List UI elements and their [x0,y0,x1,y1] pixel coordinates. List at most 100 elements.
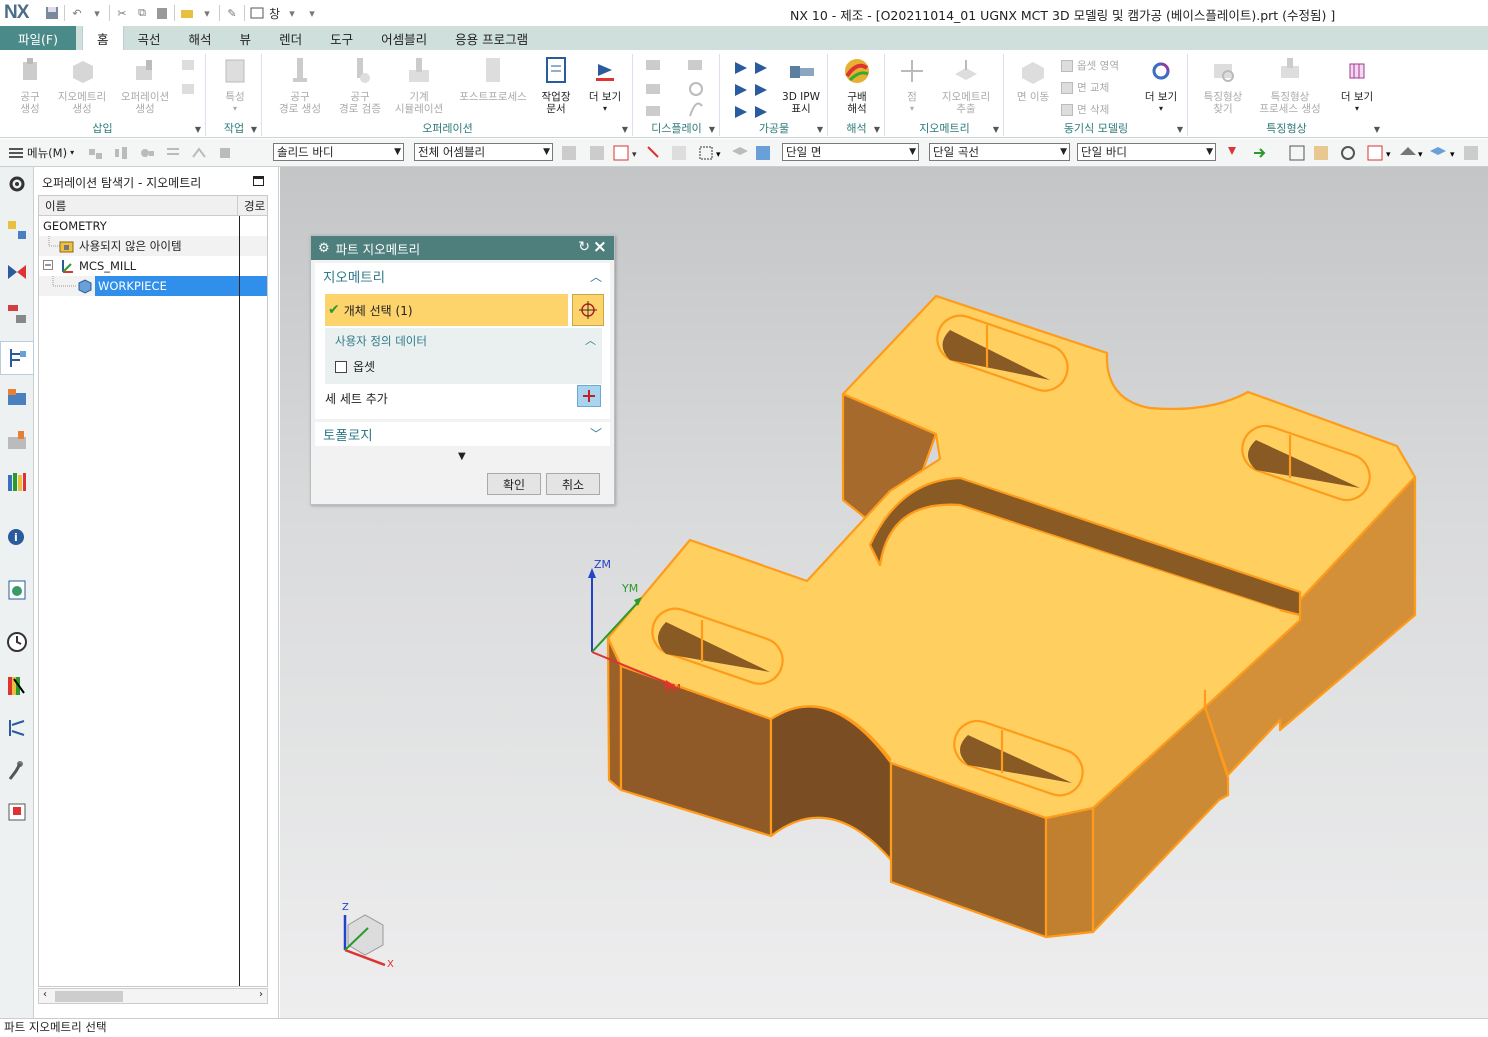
navigator-scrollbar[interactable]: ‹ › [38,988,268,1004]
display-tools-icon[interactable] [644,58,714,120]
tree-row-mcs-mill[interactable]: MCS_MILL [39,256,267,276]
constraint-navigator-icon[interactable] [6,261,28,283]
snap-tools-icon[interactable]: ▾ ▾ [560,143,780,163]
history-icon[interactable] [6,631,28,653]
gear-icon[interactable]: ⚙ [318,241,330,256]
tab-view[interactable]: 뷰 [226,26,266,50]
group-dropdown-icon[interactable]: ▼ [622,125,628,134]
dropdown-arrow-icon[interactable]: ▾ [89,5,105,21]
part-side-face[interactable] [1044,806,1095,939]
machining-feature-navigator-icon[interactable] [6,429,28,451]
paste-icon[interactable] [154,5,170,21]
topology-section-header[interactable]: 토폴로지 ﹀ [315,422,610,446]
replace-face-button[interactable]: 면 교체 [1061,80,1109,95]
part-navigator-icon[interactable] [6,303,28,325]
more-sync-button[interactable]: 더 보기 ▾ [1135,56,1187,115]
touch-mode-icon[interactable]: ✎ [224,5,240,21]
roles-icon[interactable] [6,801,28,823]
verify-toolpath-button[interactable]: 공구 경로 검증 [327,56,393,115]
maximize-icon[interactable] [253,176,264,186]
tab-curve[interactable]: 곡선 [124,26,175,50]
tab-applications[interactable]: 응용 프로그램 [441,26,542,50]
dropdown-arrow-icon[interactable]: ▾ [199,5,215,21]
column-header-name[interactable]: 이름 [39,196,238,215]
select-object-button[interactable] [572,294,604,326]
tab-home[interactable]: 홈 [82,26,124,50]
view-tools-icon[interactable]: ▾ ▾ ▾ [1224,143,1488,163]
dropdown-arrow-icon[interactable]: ▾ [284,5,300,21]
create-tool-button[interactable]: 공구 생성 [2,56,58,115]
tree-row-unused-items[interactable]: 사용되지 않은 아이템 [39,236,267,256]
web-browser-icon[interactable] [6,579,28,601]
select-objects-icon[interactable] [139,145,155,161]
curve-rule-dropdown[interactable]: 단일 곡선 ▼ [929,143,1070,161]
small-tools-icon[interactable] [180,58,196,100]
library-icon[interactable] [6,471,28,493]
reset-icon[interactable]: ↻ [578,239,590,255]
chevron-up-icon[interactable]: ︿ [590,268,602,285]
group-dropdown-icon[interactable]: ▼ [709,125,715,134]
create-geometry-button[interactable]: 지오메트리 생성 [52,56,112,115]
body-rule-dropdown[interactable]: 단일 바디 ▼ [1077,143,1216,161]
tree-row-geometry[interactable]: GEOMETRY [39,216,267,236]
create-operation-button[interactable]: 오퍼레이션 생성 [114,56,176,115]
postprocess-button[interactable]: 포스트프로세스 [453,56,533,103]
extract-geometry-button[interactable]: 지오메트리 추출 [936,56,996,115]
topology-section[interactable]: 토폴로지 ﹀ [315,422,610,446]
ok-button[interactable]: 확인 [487,473,541,495]
group-dropdown-icon[interactable]: ▼ [251,125,257,134]
3d-ipw-button[interactable]: 3D IPW 표시 [773,56,829,115]
assembly-navigator-icon[interactable] [6,219,28,241]
scroll-left-icon[interactable]: ‹ [43,989,47,1000]
cut-icon[interactable]: ✂ [114,5,130,21]
scroll-thumb[interactable] [55,991,123,1002]
group-dropdown-icon[interactable]: ▼ [1374,125,1380,134]
more-operation-button[interactable]: 더 보기 ▾ [579,56,631,115]
user-defined-data-header[interactable]: 사용자 정의 데이터 ︿ [325,328,602,349]
more-options-icon[interactable]: ▼ [458,451,466,462]
chevron-down-icon[interactable]: ﹀ [590,425,602,442]
scope-dropdown[interactable]: 전체 어셈블리 ▼ [414,143,553,161]
chevron-up-icon[interactable]: ︿ [585,332,596,348]
settings-icon[interactable] [6,173,28,195]
tab-tools[interactable]: 도구 [316,26,367,50]
customize-icon[interactable]: ▾ [304,5,320,21]
tab-assemblies[interactable]: 어셈블리 [367,26,441,50]
properties-button[interactable]: 특성 ▾ [207,56,263,115]
system-scenes-icon[interactable] [6,675,28,697]
close-icon[interactable]: × [593,237,607,257]
group-dropdown-icon[interactable]: ▼ [195,125,201,134]
tab-file[interactable]: 파일(F) [0,26,76,50]
workpiece-tools-icon[interactable] [731,58,771,120]
geometry-section-header[interactable]: 지오메트리 ︿ [315,263,610,289]
face-rule-dropdown[interactable]: 단일 면 ▼ [782,143,919,161]
find-feature-button[interactable]: 특징형상 찾기 [1193,56,1253,115]
select-body-icon[interactable] [217,145,233,161]
more-feature-button[interactable]: 더 보기 ▾ [1329,56,1385,115]
point-button[interactable]: 점 ▾ [886,56,938,115]
shop-documentation-button[interactable]: 작업장 문서 [531,56,581,115]
offset-checkbox[interactable] [335,360,347,373]
info-icon[interactable]: i [6,525,28,547]
delete-face-button[interactable]: 면 삭제 [1061,102,1109,117]
scroll-right-icon[interactable]: › [259,989,263,1000]
collapse-icon[interactable] [43,260,54,271]
select-edge-icon[interactable] [191,145,207,161]
process-studio-icon[interactable] [6,717,28,739]
feature-process-button[interactable]: 특징형상 프로세스 생성 [1255,56,1325,115]
group-dropdown-icon[interactable]: ▼ [817,125,823,134]
machine-simulation-button[interactable]: 기계 시뮬레이션 [387,56,451,115]
group-dropdown-icon[interactable]: ▼ [874,125,880,134]
move-face-button[interactable]: 면 이동 [1007,56,1059,103]
group-dropdown-icon[interactable]: ▼ [1177,125,1183,134]
type-filter-dropdown[interactable]: 솔리드 바디 ▼ [273,143,404,161]
copy-icon[interactable]: ⧉ [134,5,150,21]
window-menu[interactable]: 창 [269,5,280,22]
select-filter-icon[interactable] [87,145,103,161]
column-header-path[interactable]: 경로 [238,196,265,215]
offset-region-button[interactable]: 옵셋 영역 [1061,58,1119,73]
dialog-title-bar[interactable]: ⚙ 파트 지오메트리 ↻ × [311,236,614,260]
tab-analysis[interactable]: 해석 [175,26,226,50]
group-dropdown-icon[interactable]: ▼ [993,125,999,134]
menu-button[interactable]: 메뉴(M) ▾ [0,145,82,161]
